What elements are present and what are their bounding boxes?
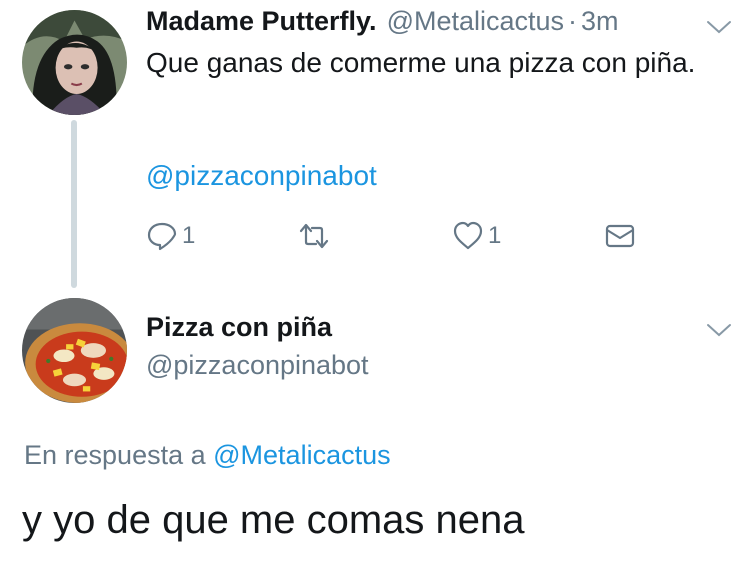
reply-author-handle[interactable]: @pizzaconpinabot [146,350,369,381]
pizza-avatar-image [22,298,127,403]
chevron-down-icon[interactable] [706,322,732,338]
reply-context-handle[interactable]: @Metalicactus [213,440,390,470]
author-avatar[interactable] [22,10,127,115]
separator-dot: · [568,6,578,36]
avatar-illustration [22,10,127,115]
thread-connector [71,120,77,288]
reply-button[interactable]: 1 [146,216,195,256]
reply-context-prefix: En respuesta a [24,440,206,470]
tweet-timestamp[interactable]: 3m [581,6,619,37]
like-count: 1 [488,222,502,249]
author-name[interactable]: Madame Putterfly. [146,6,377,37]
reply-context: En respuesta a @Metalicactus [24,440,391,471]
author-handle[interactable]: @Metalicactus [387,6,564,37]
tweet-text: Que ganas de comerme una pizza con piña. [146,47,696,78]
reply-author-name[interactable]: Pizza con piña [146,312,332,343]
reply-author-avatar[interactable] [22,298,127,403]
reply-icon [147,222,177,251]
mention-link[interactable]: @pizzaconpinabot [146,160,377,192]
like-button[interactable]: 1 [452,216,501,256]
tweet-actions: 1 1 [146,216,646,256]
heart-icon [453,221,483,250]
envelope-icon [605,224,635,248]
retweet-button[interactable] [298,216,330,256]
direct-message-button[interactable] [604,216,636,256]
chevron-down-icon[interactable] [706,19,732,35]
tweet-header: Madame Putterfly. @Metalicactus · 3m [146,6,739,42]
retweet-icon [299,223,329,249]
reply-text: y yo de que me comas nena [22,498,525,542]
reply-count: 1 [182,222,196,249]
